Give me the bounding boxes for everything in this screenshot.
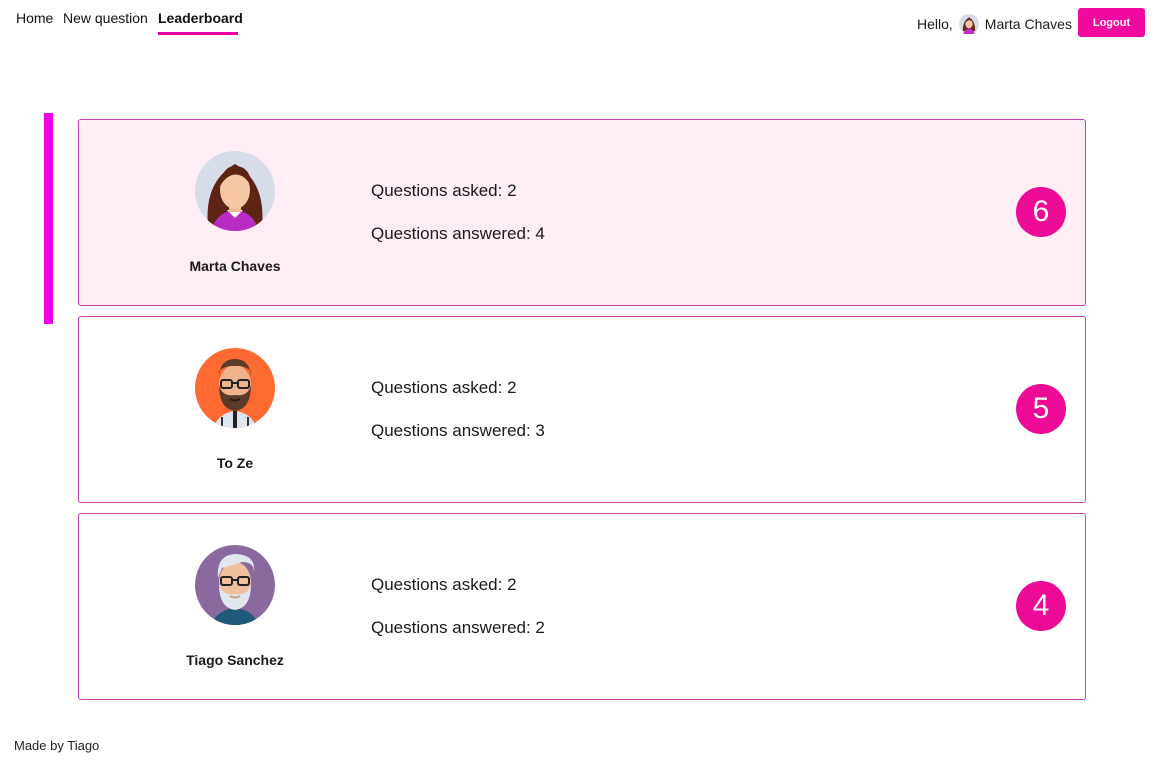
- user-greeting: Hello, Marta Chaves: [917, 14, 1072, 34]
- bearded-man-avatar-icon: [194, 347, 276, 429]
- questions-answered: Questions answered: 4: [371, 224, 545, 243]
- footer-credit: Made by Tiago: [14, 738, 100, 753]
- user-avatar-icon: [958, 14, 979, 34]
- woman-avatar-icon: [194, 150, 276, 232]
- questions-asked: Questions asked: 2: [371, 575, 517, 594]
- leaderboard-card: To Ze Questions asked: 2 Questions answe…: [78, 316, 1086, 503]
- nav-home-link[interactable]: Home: [16, 10, 53, 26]
- nav-leaderboard-link[interactable]: Leaderboard: [158, 10, 243, 26]
- active-tab-indicator: [158, 32, 238, 35]
- current-user-highlight-bar: [44, 113, 53, 324]
- questions-answered: Questions answered: 2: [371, 618, 545, 637]
- nav-new-question-link[interactable]: New question: [63, 10, 148, 26]
- user-name: Marta Chaves: [189, 258, 281, 274]
- user-name: To Ze: [216, 455, 254, 471]
- score-badge: 5: [1016, 384, 1066, 434]
- user-name: Tiago Sanchez: [186, 652, 284, 668]
- logout-button[interactable]: Logout: [1078, 8, 1145, 37]
- user-name: Marta Chaves: [984, 16, 1072, 32]
- leaderboard-card: Marta Chaves Questions asked: 2 Question…: [78, 119, 1086, 306]
- score-badge: 4: [1016, 581, 1066, 631]
- old-man-avatar-icon: [194, 544, 276, 626]
- leaderboard-card: Tiago Sanchez Questions asked: 2 Questio…: [78, 513, 1086, 700]
- top-nav: Home New question Leaderboard Hello, Mar…: [0, 0, 1176, 40]
- questions-answered: Questions answered: 3: [371, 421, 545, 440]
- questions-asked: Questions asked: 2: [371, 181, 517, 200]
- questions-asked: Questions asked: 2: [371, 378, 517, 397]
- score-badge: 6: [1016, 187, 1066, 237]
- greeting-text: Hello,: [917, 16, 953, 32]
